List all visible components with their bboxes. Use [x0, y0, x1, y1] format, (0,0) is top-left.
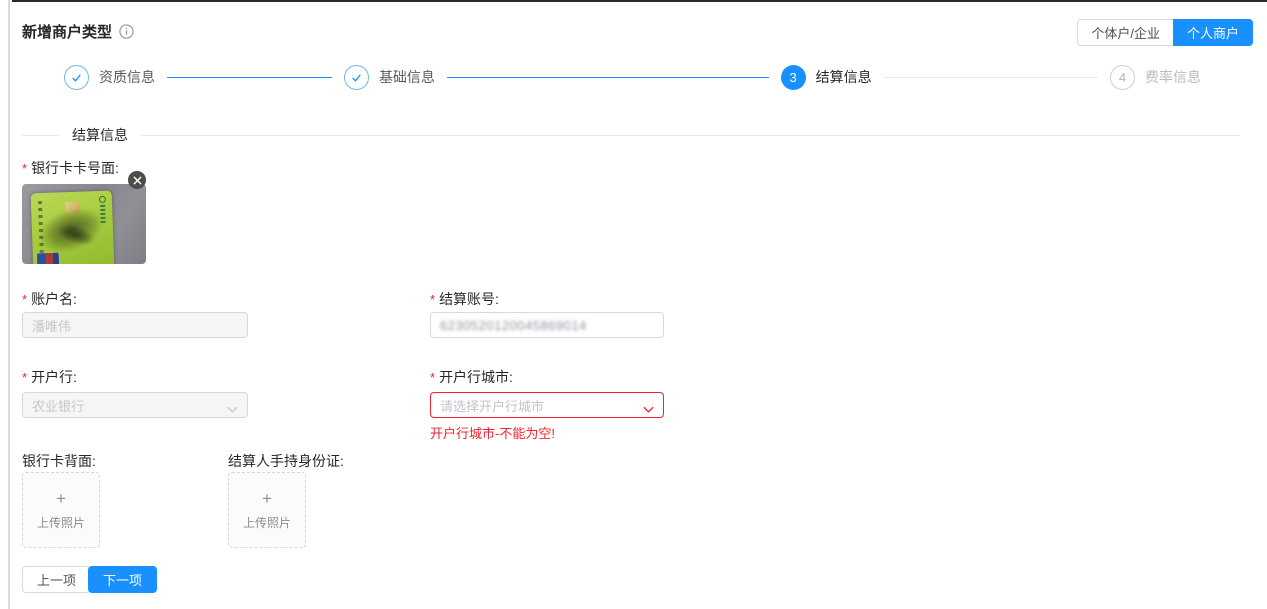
section-divider-settlement: 结算信息 [22, 125, 1240, 145]
add-merchant-type-page: 新增商户类型 个体户/企业 个人商户 资质信息 基础信息 3 结算信息 [0, 0, 1267, 609]
step-label: 基础信息 [379, 67, 435, 87]
step-basic-info: 基础信息 [344, 65, 435, 90]
account-name-input: 潘唯伟 [22, 312, 248, 338]
next-step-button[interactable]: 下一项 [88, 566, 157, 593]
step-connector [884, 77, 1098, 78]
bank-card-front-image[interactable] [22, 184, 146, 264]
step-connector [447, 77, 769, 78]
card-emblem [37, 252, 59, 264]
plus-icon: + [262, 490, 272, 507]
required-mark: * [22, 370, 27, 385]
step-label: 费率信息 [1145, 67, 1201, 87]
green-bank-card [31, 191, 115, 264]
bank-city-placeholder: 请选择开户行城市 [440, 396, 544, 415]
step-check-icon [64, 65, 89, 90]
settlement-account-label: * 结算账号: [430, 289, 499, 309]
chevron-down-icon [643, 402, 654, 417]
account-name-label: * 账户名: [22, 289, 77, 309]
required-mark: * [22, 292, 27, 307]
bank-city-select[interactable]: 请选择开户行城市 [430, 392, 664, 418]
step-settlement-info: 3 结算信息 [781, 65, 872, 90]
bank-card-front-label: * 银行卡卡号面: [22, 158, 119, 178]
step-qualification-info: 资质信息 [64, 65, 155, 90]
step-label: 结算信息 [816, 67, 872, 87]
step-number: 4 [1110, 65, 1135, 90]
upload-text: 上传照片 [37, 514, 85, 531]
info-icon[interactable] [119, 24, 134, 39]
merchant-type-switch: 个体户/企业 个人商户 [1077, 19, 1253, 46]
page-title-text: 新增商户类型 [22, 21, 112, 42]
stepper: 资质信息 基础信息 3 结算信息 4 费率信息 [64, 63, 1201, 91]
required-mark: * [430, 370, 435, 385]
settlement-account-input[interactable]: 6230520120045869014 [430, 312, 664, 338]
bank-card-back-label: 银行卡背面: [22, 451, 96, 471]
bank-city-label: * 开户行城市: [430, 367, 513, 387]
holder-id-photo-upload[interactable]: + 上传照片 [228, 472, 306, 548]
step-number: 3 [781, 65, 806, 90]
bank-city-error: 开户行城市-不能为空! [430, 423, 555, 442]
top-border-line [12, 0, 1267, 2]
settlement-account-value: 6230520120045869014 [440, 318, 587, 333]
holder-id-photo-label: 结算人手持身份证: [228, 451, 344, 471]
section-divider-label: 结算信息 [60, 125, 140, 145]
close-icon [133, 176, 142, 185]
required-mark: * [430, 292, 435, 307]
page-title: 新增商户类型 [22, 21, 134, 42]
required-mark: * [22, 161, 27, 176]
type-button-personal-merchant[interactable]: 个人商户 [1173, 19, 1253, 46]
bank-card-back-upload[interactable]: + 上传照片 [22, 472, 100, 548]
remove-image-button[interactable] [128, 171, 146, 189]
upload-text: 上传照片 [243, 514, 291, 531]
plus-icon: + [56, 490, 66, 507]
bank-select: 农业银行 [22, 392, 248, 418]
step-label: 资质信息 [99, 67, 155, 87]
step-check-icon [344, 65, 369, 90]
bank-label: * 开户行: [22, 367, 77, 387]
chevron-down-icon [227, 402, 238, 417]
step-connector [167, 77, 332, 78]
bank-logo-strip [98, 196, 109, 256]
previous-step-button[interactable]: 上一项 [22, 566, 91, 593]
step-rate-info: 4 费率信息 [1110, 65, 1201, 90]
type-button-individual-business[interactable]: 个体户/企业 [1077, 19, 1173, 46]
left-panel-divider [8, 0, 10, 609]
